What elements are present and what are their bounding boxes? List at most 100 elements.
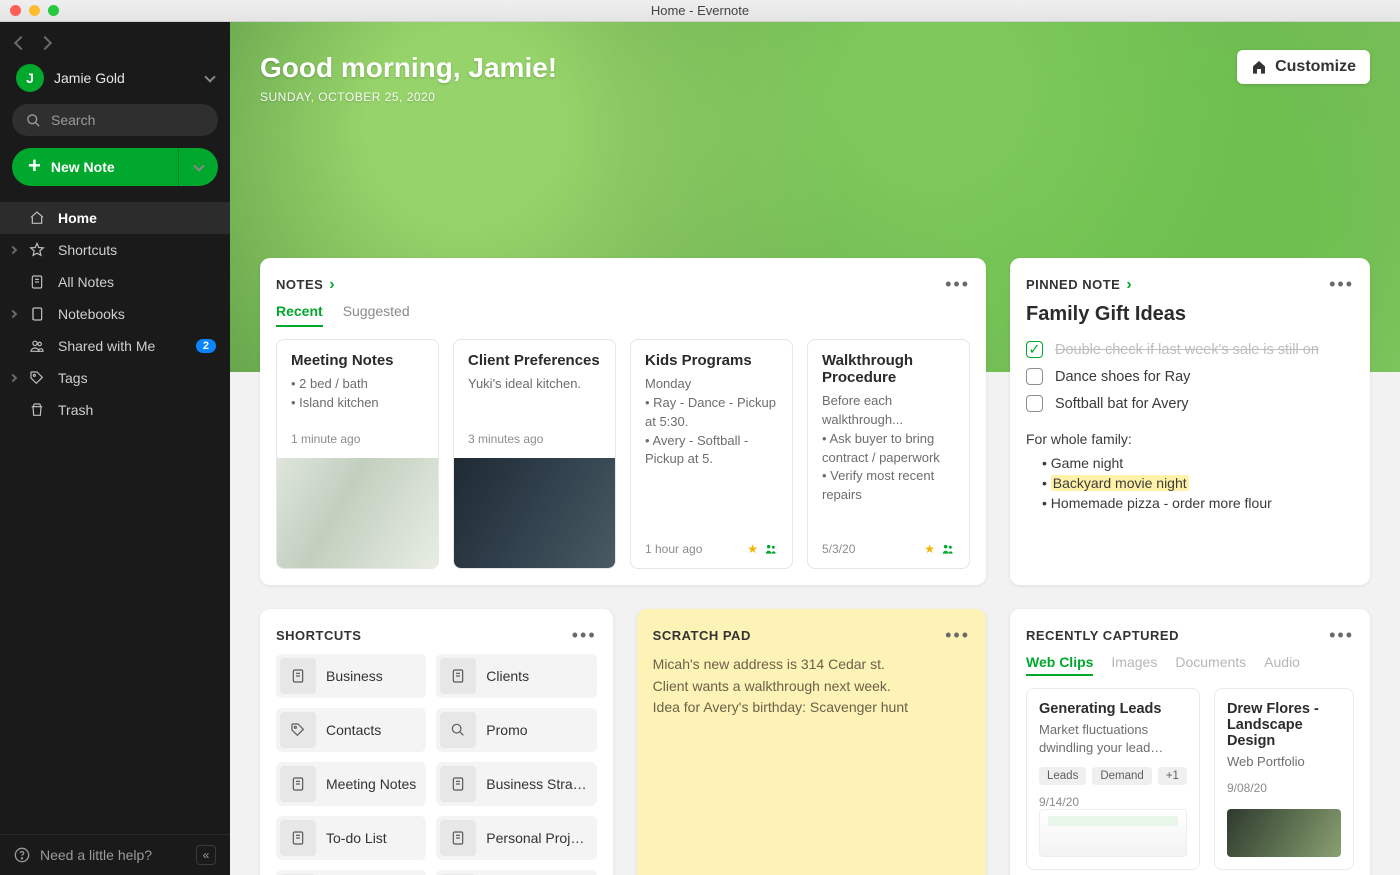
tag-chip[interactable]: Leads bbox=[1039, 767, 1086, 785]
checkbox[interactable]: ✓ bbox=[1026, 341, 1043, 358]
recent-card[interactable]: Drew Flores - Landscape Design Web Portf… bbox=[1214, 688, 1354, 870]
shortcut-item[interactable]: Clients bbox=[436, 654, 596, 698]
search-icon bbox=[440, 712, 476, 748]
shortcut-label: Meeting Notes bbox=[326, 776, 422, 792]
minimize-window-button[interactable] bbox=[29, 5, 40, 16]
note-card-body: Before each walkthrough...• Ask buyer to… bbox=[822, 392, 955, 505]
checklist-item-label: Dance shoes for Ray bbox=[1055, 369, 1190, 385]
recent-card-subtitle: Web Portfolio bbox=[1227, 753, 1341, 771]
sidebar-item-label: Notebooks bbox=[58, 306, 125, 322]
sidebar-item-label: Home bbox=[58, 210, 97, 226]
collapse-sidebar-button[interactable]: « bbox=[196, 845, 216, 865]
checkbox[interactable] bbox=[1026, 395, 1043, 412]
pinned-widget-more[interactable]: ••• bbox=[1329, 274, 1354, 295]
shortcut-item[interactable]: Business Stra… bbox=[436, 762, 596, 806]
recent-tab-documents[interactable]: Documents bbox=[1175, 654, 1246, 676]
account-menu[interactable]: J Jamie Gold bbox=[12, 60, 218, 104]
recent-tab-web-clips[interactable]: Web Clips bbox=[1026, 654, 1093, 676]
shortcut-label: Promo bbox=[486, 722, 533, 738]
help-link[interactable]: Need a little help? bbox=[40, 847, 152, 863]
chevron-right-icon: › bbox=[1126, 276, 1131, 294]
window-titlebar: Home - Evernote bbox=[0, 0, 1400, 22]
shared-icon bbox=[764, 542, 778, 556]
new-note-dropdown[interactable] bbox=[178, 148, 218, 186]
scratch-pad-more[interactable]: ••• bbox=[945, 625, 970, 646]
tag-more[interactable]: +1 bbox=[1158, 767, 1187, 785]
notes-widget: NOTES › ••• Recent Suggested Meeting Note… bbox=[260, 258, 986, 585]
note-card[interactable]: Walkthrough Procedure Before each walkth… bbox=[807, 339, 970, 569]
note-card[interactable]: Kids Programs Monday• Ray - Dance - Pick… bbox=[630, 339, 793, 569]
note-card-timestamp: 3 minutes ago bbox=[468, 432, 543, 446]
note-card[interactable]: Meeting Notes • 2 bed / bath• Island kit… bbox=[276, 339, 439, 569]
sidebar-item-allnotes[interactable]: All Notes bbox=[0, 266, 230, 298]
recent-card[interactable]: Generating Leads Market fluctuations dwi… bbox=[1026, 688, 1200, 870]
shortcut-item[interactable]: Maui bbox=[276, 870, 426, 875]
checklist-item[interactable]: Dance shoes for Ray bbox=[1026, 363, 1354, 390]
maximize-window-button[interactable] bbox=[48, 5, 59, 16]
plus-icon: + bbox=[12, 153, 51, 181]
recent-card-thumbnail bbox=[1039, 809, 1187, 857]
search-input[interactable]: Search bbox=[12, 104, 218, 136]
sidebar-item-trash[interactable]: Trash bbox=[0, 394, 230, 426]
recent-card-title: Generating Leads bbox=[1039, 701, 1187, 717]
sidebar-item-shared[interactable]: Shared with Me 2 bbox=[0, 330, 230, 362]
shortcut-label: Business bbox=[326, 668, 389, 684]
nav-back-button[interactable] bbox=[14, 36, 28, 50]
notes-tab-suggested[interactable]: Suggested bbox=[343, 303, 410, 327]
recent-tab-audio[interactable]: Audio bbox=[1264, 654, 1300, 676]
people-icon bbox=[28, 338, 46, 354]
note-icon bbox=[440, 766, 476, 802]
scratch-pad-text[interactable]: Micah's new address is 314 Cedar st. Cli… bbox=[653, 654, 970, 719]
scratch-pad-widget[interactable]: SCRATCH PAD ••• Micah's new address is 3… bbox=[637, 609, 986, 875]
sidebar-item-notebooks[interactable]: Notebooks bbox=[0, 298, 230, 330]
checkbox[interactable] bbox=[1026, 368, 1043, 385]
new-note-button[interactable]: + New Note bbox=[12, 148, 218, 186]
pinned-list-item: • Backyard movie night bbox=[1042, 473, 1354, 493]
recently-captured-more[interactable]: ••• bbox=[1329, 625, 1354, 646]
shortcut-item[interactable]: Business bbox=[276, 654, 426, 698]
greeting: Good morning, Jamie! bbox=[260, 52, 1370, 84]
shortcut-item[interactable]: To-do List bbox=[276, 816, 426, 860]
notes-widget-title[interactable]: NOTES bbox=[276, 277, 323, 292]
shortcut-item[interactable]: Leads bbox=[436, 870, 596, 875]
main-content: Good morning, Jamie! SUNDAY, OCTOBER 25,… bbox=[230, 22, 1400, 875]
pinned-note-title[interactable]: Family Gift Ideas bbox=[1026, 303, 1354, 326]
recent-tab-images[interactable]: Images bbox=[1111, 654, 1157, 676]
shortcut-label: Business Stra… bbox=[486, 776, 592, 792]
note-card-title: Kids Programs bbox=[645, 352, 778, 369]
date: SUNDAY, OCTOBER 25, 2020 bbox=[260, 90, 1370, 104]
help-icon bbox=[14, 847, 30, 863]
search-placeholder: Search bbox=[51, 112, 95, 128]
shortcut-item[interactable]: Promo bbox=[436, 708, 596, 752]
note-icon bbox=[280, 658, 316, 694]
sidebar-item-tags[interactable]: Tags bbox=[0, 362, 230, 394]
tag-icon bbox=[280, 712, 316, 748]
note-card[interactable]: Client Preferences Yuki's ideal kitchen.… bbox=[453, 339, 616, 569]
notes-widget-more[interactable]: ••• bbox=[945, 274, 970, 295]
sidebar-item-label: Shared with Me bbox=[58, 338, 155, 354]
expand-caret-icon bbox=[9, 246, 17, 254]
scratch-pad-title: SCRATCH PAD bbox=[653, 628, 751, 643]
note-card-body: • 2 bed / bath• Island kitchen bbox=[291, 375, 424, 413]
sidebar-item-home[interactable]: Home bbox=[0, 202, 230, 234]
star-icon: ★ bbox=[924, 542, 935, 556]
shortcut-item[interactable]: Meeting Notes bbox=[276, 762, 426, 806]
sidebar-item-shortcuts[interactable]: Shortcuts bbox=[0, 234, 230, 266]
note-icon bbox=[440, 658, 476, 694]
shortcut-label: Clients bbox=[486, 668, 535, 684]
close-window-button[interactable] bbox=[10, 5, 21, 16]
note-icon bbox=[280, 820, 316, 856]
checklist-item[interactable]: Softball bat for Avery bbox=[1026, 390, 1354, 417]
checklist-item[interactable]: ✓ Double check if last week's sale is st… bbox=[1026, 336, 1354, 363]
shortcuts-widget-more[interactable]: ••• bbox=[572, 625, 597, 646]
shortcut-item[interactable]: Personal Proj… bbox=[436, 816, 596, 860]
chevron-right-icon: › bbox=[329, 276, 334, 294]
nav-forward-button[interactable] bbox=[38, 36, 52, 50]
shortcut-item[interactable]: Contacts bbox=[276, 708, 426, 752]
sidebar-badge: 2 bbox=[196, 339, 216, 353]
customize-button[interactable]: Customize bbox=[1237, 50, 1370, 84]
notes-tab-recent[interactable]: Recent bbox=[276, 303, 323, 327]
note-card-timestamp: 1 hour ago bbox=[645, 542, 702, 556]
pinned-widget-title[interactable]: PINNED NOTE bbox=[1026, 277, 1120, 292]
tag-chip[interactable]: Demand bbox=[1092, 767, 1151, 785]
